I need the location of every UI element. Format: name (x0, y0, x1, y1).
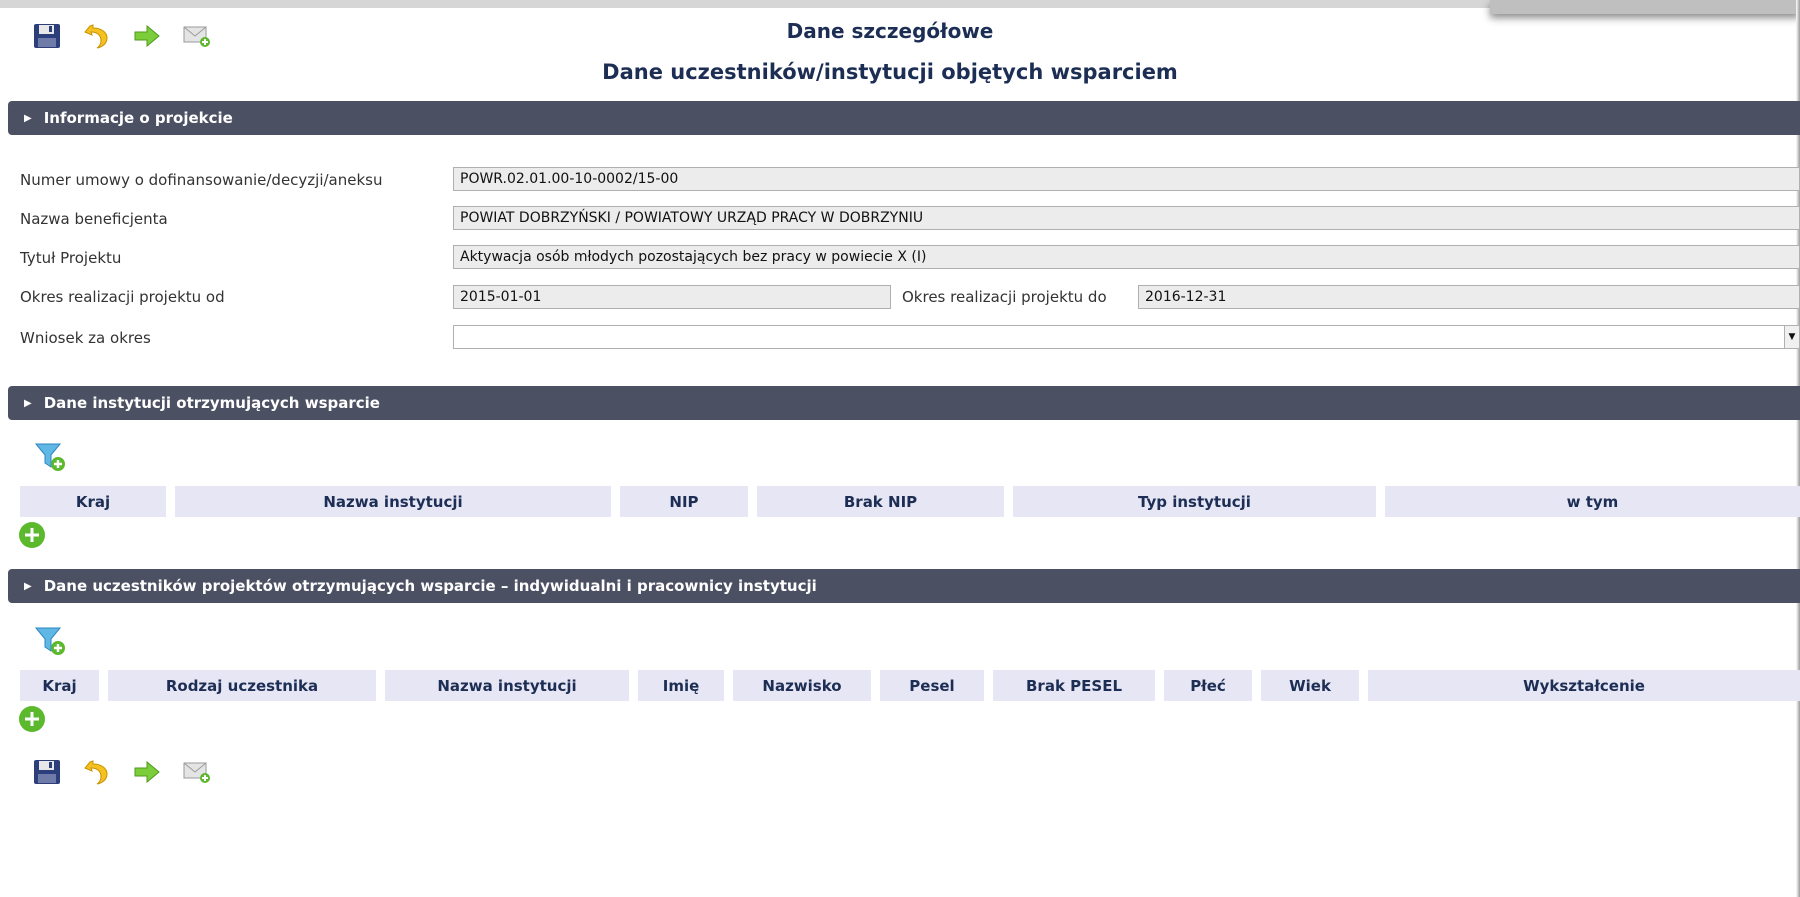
column-header[interactable]: Nazwisko (733, 670, 871, 701)
column-header[interactable]: w tym (1385, 486, 1800, 517)
chevron-down-icon[interactable]: ▼ (1784, 326, 1799, 348)
period-from-label: Okres realizacji projektu od (20, 288, 225, 306)
column-header[interactable]: Rodzaj uczestnika (108, 670, 376, 701)
window-frame-tab (1490, 0, 1800, 14)
expand-triangle-icon: ▶ (24, 580, 32, 592)
project-title-label: Tytuł Projektu (20, 249, 122, 267)
project-title-field[interactable]: Aktywacja osób młodych pozostających bez… (453, 245, 1800, 269)
column-header[interactable]: Wykształcenie (1368, 670, 1800, 701)
page-subtitle: Dane uczestników/instytucji objętych wsp… (602, 60, 1178, 84)
beneficiary-label: Nazwa beneficjenta (20, 210, 168, 228)
column-header[interactable]: Typ instytucji (1013, 486, 1376, 517)
section-title: Dane instytucji otrzymujących wsparcie (43, 394, 380, 412)
period-from-field[interactable]: 2015-01-01 (453, 285, 891, 309)
section-institutions[interactable]: ▶ Dane instytucji otrzymujących wsparcie (8, 386, 1800, 420)
add-row-icon[interactable] (18, 705, 46, 733)
expand-triangle-icon: ▶ (24, 112, 32, 124)
section-project-info[interactable]: ▶ Informacje o projekcie (8, 101, 1800, 135)
section-title: Informacje o projekcie (43, 109, 233, 127)
column-header[interactable]: Brak PESEL (993, 670, 1155, 701)
save-icon[interactable] (32, 757, 62, 787)
expand-triangle-icon: ▶ (24, 397, 32, 409)
contract-number-label: Numer umowy o dofinansowanie/decyzji/ane… (20, 171, 383, 189)
add-filter-icon[interactable] (34, 440, 68, 474)
period-to-label: Okres realizacji projektu do (902, 288, 1107, 306)
section-title: Dane uczestników projektów otrzymujących… (43, 577, 817, 595)
undo-icon[interactable] (82, 757, 112, 787)
page-title: Dane szczegółowe (786, 19, 994, 43)
application-period-select[interactable]: ▼ (453, 325, 1800, 349)
column-header[interactable]: Nazwa instytucji (175, 486, 611, 517)
forward-arrow-icon[interactable] (132, 757, 162, 787)
send-mail-icon[interactable] (182, 757, 212, 787)
column-header[interactable]: Pesel (880, 670, 984, 701)
column-header[interactable]: Wiek (1261, 670, 1359, 701)
application-period-label: Wniosek za okres (20, 329, 151, 347)
add-row-icon[interactable] (18, 521, 46, 549)
add-filter-icon[interactable] (34, 624, 68, 658)
period-to-field[interactable]: 2016-12-31 (1138, 285, 1800, 309)
column-header[interactable]: Brak NIP (757, 486, 1004, 517)
beneficiary-field[interactable]: POWIAT DOBRZYŃSKI / POWIATOWY URZĄD PRAC… (453, 206, 1800, 230)
column-header[interactable]: Płeć (1164, 670, 1252, 701)
bottom-toolbar (32, 757, 212, 787)
column-header[interactable]: NIP (620, 486, 748, 517)
column-header[interactable]: Kraj (20, 670, 99, 701)
section-participants[interactable]: ▶ Dane uczestników projektów otrzymujący… (8, 569, 1800, 603)
column-header[interactable]: Kraj (20, 486, 166, 517)
column-header[interactable]: Imię (638, 670, 724, 701)
contract-number-field[interactable]: POWR.02.01.00-10-0002/15-00 (453, 167, 1800, 191)
column-header[interactable]: Nazwa instytucji (385, 670, 629, 701)
